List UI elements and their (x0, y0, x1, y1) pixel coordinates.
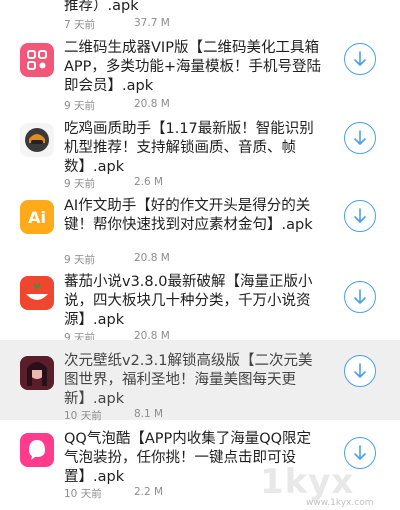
download-arrow-icon (354, 363, 366, 378)
item-meta: 7 天前 37.7 M (64, 17, 170, 32)
item-size: 2.6 M (134, 176, 164, 188)
download-button[interactable] (344, 281, 376, 313)
item-title: AI作文助手【好的作文开头是得分的关键！帮你快速找到对应素材金句】.apk (64, 198, 313, 233)
item-time: 10 天前 (64, 488, 102, 500)
item-title: 吃鸡画质助手【1.17最新版！智能识别机型推荐！支持解锁画质、音质、帧数】.ap… (64, 121, 314, 175)
download-arrow-icon (354, 289, 366, 304)
qr-code-app-icon (20, 43, 54, 77)
item-title: 二维码生成器VIP版【二维码美化工具箱APP，多类功能+海量模板！手机号登陆即会… (64, 40, 322, 94)
list-item[interactable]: Ai AI作文助手【好的作文开头是得分的关键！帮你快速找到对应素材金句】.apk… (0, 194, 400, 274)
list-item[interactable]: 吃鸡画质助手【1.17最新版！智能识别机型推荐！支持解锁画质、音质、帧数】.ap… (0, 117, 400, 197)
item-size: 37.7 M (134, 17, 170, 29)
tomato-novel-icon (20, 276, 54, 310)
item-time: 9 天前 (64, 178, 96, 190)
item-size: 2.2 M (134, 486, 164, 498)
list-item[interactable]: 次元壁纸v2.3.1解锁高级版【二次元美图世界，福利圣地！海量美图每天更新】.a… (0, 340, 400, 423)
anime-wallpaper-icon (20, 356, 54, 390)
item-title: 蕃茄小说v3.8.0最新破解【海量正版小说，四大板块几十种分类，千万小说资源】.… (64, 274, 313, 328)
list-item[interactable]: 蕃茄小说v3.8.0最新破解【海量正版小说，四大板块几十种分类，千万小说资源】.… (0, 270, 400, 350)
download-button[interactable] (344, 437, 376, 469)
download-arrow-icon (354, 445, 366, 460)
item-title: 次元壁纸v2.3.1解锁高级版【二次元美图世界，福利圣地！海量美图每天更新】.a… (64, 353, 313, 407)
item-time: 9 天前 (64, 100, 96, 112)
item-time: 7 天前 (64, 19, 96, 31)
list-item[interactable]: 二维码生成器VIP版【二维码美化工具箱APP，多类功能+海量模板！手机号登陆即会… (0, 37, 400, 117)
list-item[interactable]: QQ气泡酷【APP内收集了海量QQ限定气泡装扮，任你挑！一键点击即可设置】.ap… (0, 424, 400, 510)
item-meta: 10 天前 2.2 M (64, 486, 163, 501)
item-meta: 9 天前 20.8 M (64, 98, 170, 113)
download-arrow-icon (354, 208, 366, 223)
item-time: 9 天前 (64, 254, 96, 266)
download-button[interactable] (344, 200, 376, 232)
download-arrow-icon (354, 51, 366, 66)
item-meta: 10 天前 8.1 M (64, 408, 163, 423)
ai-app-icon: Ai (20, 200, 54, 234)
item-size: 20.8 M (134, 252, 170, 264)
list-item-partial[interactable]: 推荐）.apk 7 天前 37.7 M (0, 0, 400, 34)
item-title: 推荐）.apk (64, 0, 139, 14)
item-meta: 9 天前 20.8 M (64, 252, 170, 267)
item-size: 8.1 M (134, 408, 164, 420)
svg-text:Ai: Ai (28, 208, 46, 227)
game-helmet-icon (20, 123, 54, 157)
item-meta: 9 天前 2.6 M (64, 176, 163, 191)
download-button[interactable] (344, 43, 376, 75)
item-size: 20.8 M (134, 98, 170, 110)
download-arrow-icon (354, 130, 366, 145)
qq-bubble-icon (20, 433, 54, 467)
download-button[interactable] (344, 122, 376, 154)
download-button[interactable] (344, 355, 376, 387)
item-title: QQ气泡酷【APP内收集了海量QQ限定气泡装扮，任你挑！一键点击即可设置】.ap… (64, 431, 312, 485)
item-time: 10 天前 (64, 410, 102, 422)
